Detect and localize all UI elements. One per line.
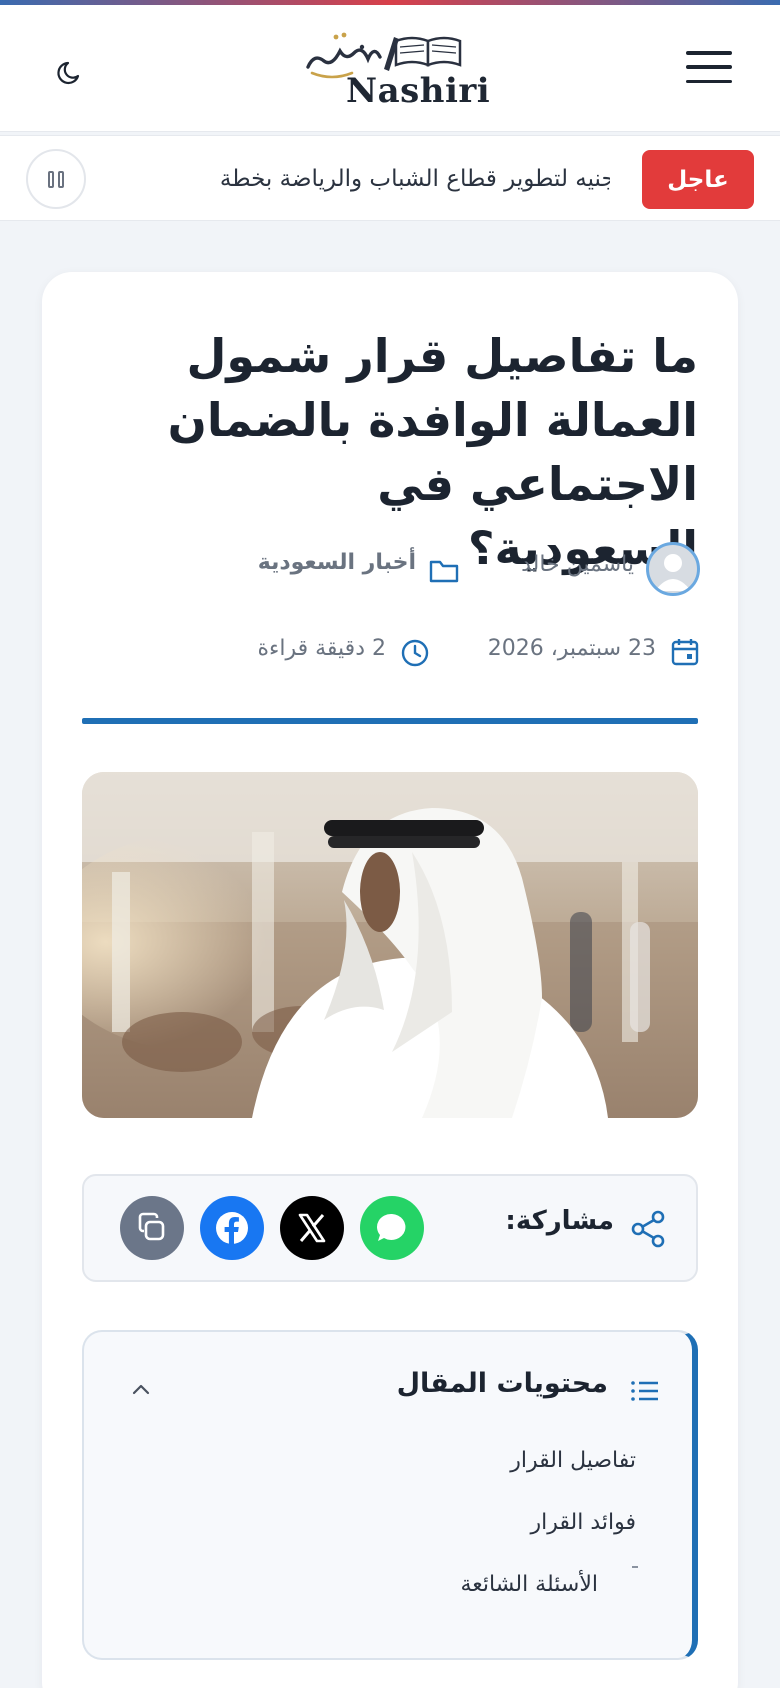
- share-label: مشاركة:: [505, 1206, 614, 1236]
- breaking-news-ticker: عاجل مليار جنيه لتطوير قطاع الشباب والري…: [0, 135, 780, 221]
- menu-bar: [686, 51, 732, 55]
- article-hero-image: [82, 772, 698, 1118]
- article-meta-author: ياسمين خالد أخبار السعودية: [100, 542, 700, 598]
- ticker-fade: [110, 154, 150, 204]
- toc-item[interactable]: الأسئلة الشائعة: [461, 1572, 598, 1597]
- folder-icon: [429, 560, 459, 583]
- x-share-button[interactable]: [280, 1196, 344, 1260]
- copy-icon: [138, 1212, 165, 1241]
- pause-bar: [58, 170, 64, 188]
- site-header: Nashiri: [0, 5, 780, 132]
- hamburger-menu-button[interactable]: [686, 51, 732, 83]
- calendar-icon: [671, 639, 699, 666]
- logo-latin-text: Nashiri: [346, 71, 491, 111]
- title-divider: [82, 718, 698, 724]
- whatsapp-icon: [377, 1213, 406, 1241]
- facebook-share-button[interactable]: [200, 1196, 264, 1260]
- moon-icon: [57, 61, 80, 85]
- dark-mode-toggle[interactable]: [56, 57, 86, 87]
- list-icon: [631, 1381, 658, 1401]
- whatsapp-share-button[interactable]: [360, 1196, 424, 1260]
- author-avatar[interactable]: [646, 542, 700, 596]
- ticker-headline[interactable]: مليار جنيه لتطوير قطاع الشباب والرياضة ب…: [220, 154, 610, 204]
- share-bar: مشاركة:: [82, 1174, 698, 1282]
- article-meta-date: 23 سبتمبر، 2026 2 دقيقة قراءة: [100, 632, 700, 672]
- user-icon: [655, 554, 691, 591]
- ticker-viewport: مليار جنيه لتطوير قطاع الشباب والرياضة ب…: [110, 154, 610, 204]
- pause-bar: [48, 170, 54, 188]
- publish-date: 23 سبتمبر، 2026: [487, 636, 656, 661]
- breaking-badge: عاجل: [642, 150, 754, 209]
- menu-bar: [686, 65, 732, 69]
- author-name[interactable]: ياسمين خالد: [521, 552, 634, 577]
- category-link[interactable]: أخبار السعودية: [258, 550, 416, 575]
- site-logo[interactable]: Nashiri: [300, 27, 490, 113]
- facebook-icon: [216, 1212, 248, 1244]
- toc-subitem-marker: [632, 1566, 638, 1568]
- chevron-up-icon[interactable]: [130, 1380, 152, 1398]
- ticker-pause-button[interactable]: [26, 149, 86, 209]
- reading-time: 2 دقيقة قراءة: [257, 636, 386, 661]
- article-card: ما تفاصيل قرار شمول العمالة الوافدة بالض…: [42, 272, 738, 1688]
- clock-icon: [401, 639, 429, 667]
- copy-link-button[interactable]: [120, 1196, 184, 1260]
- toc-item[interactable]: تفاصيل القرار: [510, 1448, 636, 1473]
- share-icon: [631, 1210, 665, 1248]
- toc-item[interactable]: فوائد القرار: [531, 1510, 636, 1535]
- menu-bar: [686, 79, 732, 83]
- table-of-contents: محتويات المقال تفاصيل القرار فوائد القرا…: [82, 1330, 698, 1660]
- man-in-ghutra-image: [82, 772, 698, 1118]
- x-icon: [298, 1213, 326, 1243]
- toc-title: محتويات المقال: [396, 1368, 608, 1399]
